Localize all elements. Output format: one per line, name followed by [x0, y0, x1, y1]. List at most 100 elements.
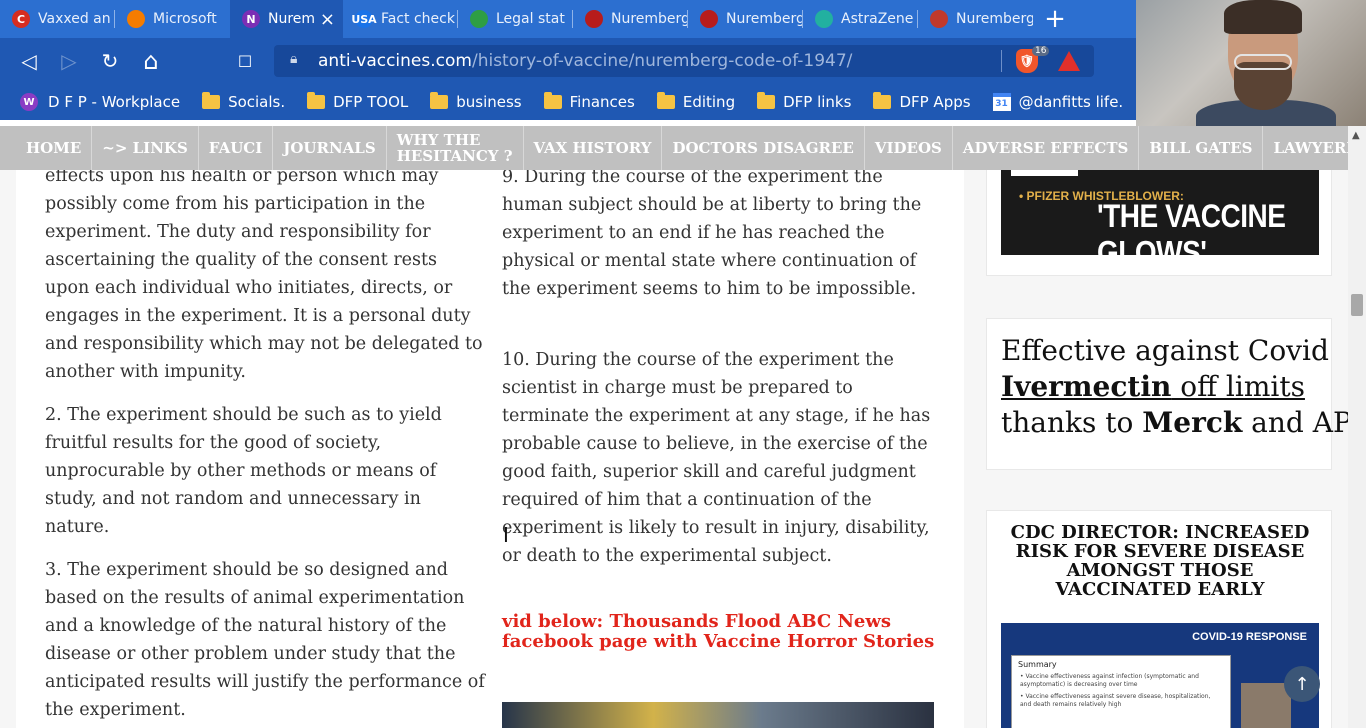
page-scrollbar[interactable]: ▲ — [1348, 126, 1366, 728]
ad-line-1: Effective against Covid — [1001, 334, 1329, 367]
site-nav-item[interactable]: WHY THE HESITANCY ? — [387, 126, 524, 170]
tab-label: Legal stat — [496, 11, 565, 27]
home-icon[interactable]: ⌂ — [138, 47, 164, 75]
browser-tab[interactable]: N Nurem × — [230, 0, 343, 38]
webcam-overlay — [1136, 0, 1366, 126]
paragraph-point-9: 9. During the course of the experiment t… — [502, 167, 922, 299]
tab-bar: C Vaxxed an Microsoft N Nurem × USA Fact check L… — [0, 0, 1136, 38]
sidebar-widget-ivermectin: Effective against Covid Ivermectin off l… — [986, 318, 1348, 470]
browser-tab[interactable]: Nuremberg — [573, 0, 688, 38]
bookmark-item[interactable]: business — [430, 92, 522, 111]
browser-tab[interactable]: Nuremberg — [688, 0, 803, 38]
browser-tab[interactable]: AstraZene — [803, 0, 918, 38]
site-nav-item[interactable]: JOURNALS — [273, 126, 387, 170]
tab-label: Nuremberg — [956, 11, 1033, 27]
webcam-person-hair — [1224, 0, 1302, 34]
browser-tab[interactable]: Nuremberg — [918, 0, 1033, 38]
bookmark-label: D F P - Workplace — [48, 93, 181, 111]
cdc-heading: CDC DIRECTOR: INCREASED RISK FOR SEVERE … — [1010, 522, 1310, 600]
banner-title: 'THE VACCINE GLOWS' — [1097, 198, 1286, 255]
bookmark-label: DFP links — [783, 93, 852, 111]
bookmark-icon[interactable]: ☐ — [232, 48, 258, 74]
cdc-slide-image[interactable]: COVID-19 RESPONSE Summary • Vaccine effe… — [1001, 623, 1319, 728]
bookmark-item[interactable]: Socials. — [202, 92, 285, 111]
url-divider — [1001, 50, 1002, 72]
paragraph-point-10: 10. During the course of the experiment … — [502, 350, 931, 566]
bookmark-item[interactable]: Finances — [543, 92, 635, 111]
browser-tab[interactable]: Legal stat — [458, 0, 573, 38]
browser-tab[interactable]: C Vaxxed an — [0, 0, 115, 38]
tab-label: Nurem — [268, 11, 316, 27]
tab-label: Nuremberg — [726, 11, 803, 27]
tab-label: Microsoft — [153, 11, 217, 27]
site-nav-item[interactable]: VIDEOS — [865, 126, 953, 170]
cdc-slide-title: COVID-19 RESPONSE — [1192, 631, 1307, 643]
tab-favicon-icon: N — [242, 10, 260, 28]
bookmark-item[interactable]: DFP links — [757, 92, 852, 111]
site-nav-item[interactable]: DOCTORS DISAGREE — [662, 126, 865, 170]
paragraph-point-3: 3. The experiment should be so designed … — [45, 560, 485, 720]
article-right-column: 9. During the course of the experiment t… — [502, 163, 942, 652]
bookmark-label: @danfitts life. — [1018, 93, 1124, 111]
bookmark-item[interactable]: DFP TOOL — [307, 92, 409, 111]
site-nav-item[interactable]: FAUCI — [199, 126, 274, 170]
site-nav-item[interactable]: BILL GATES — [1139, 126, 1264, 170]
address-bar[interactable]: 🔒︎ anti-vaccines.com/history-of-vaccine/… — [274, 45, 1094, 77]
bookmarks-bar: W D F P - Workplace Socials. DFP TOOL busine… — [0, 84, 1136, 120]
text-cursor-icon: I — [503, 523, 509, 547]
site-navigation: HOME ~> LINKS FAUCI JOURNALS WHY THE HESITANC… — [0, 126, 1366, 170]
close-tab-icon[interactable]: × — [320, 9, 335, 30]
new-tab-button[interactable]: + — [1033, 0, 1077, 38]
folder-icon — [656, 92, 675, 109]
bookmark-item[interactable]: Editing — [656, 92, 736, 111]
tab-favicon-icon — [127, 10, 145, 28]
site-nav-item[interactable]: VAX HISTORY — [524, 126, 663, 170]
browser-tab[interactable]: Microsoft — [115, 0, 230, 38]
folder-icon — [757, 92, 776, 109]
video-link-heading[interactable]: vid below: Thousands Flood ABC News face… — [502, 612, 942, 652]
cdc-summary-bullet: • Vaccine effectiveness against severe d… — [1020, 693, 1211, 708]
ad-line-2: Ivermectin off limits — [1001, 369, 1348, 405]
bookmark-label: Editing — [682, 93, 736, 111]
browser-tab[interactable]: USA Fact check — [343, 0, 458, 38]
forward-icon[interactable]: ▷ — [56, 48, 82, 74]
tab-favicon-icon — [470, 10, 488, 28]
article-left-column: hazards reasonably to be expected; and t… — [45, 134, 485, 728]
site-nav-item[interactable]: HOME — [16, 126, 93, 170]
tab-label: Vaxxed an — [38, 11, 111, 27]
tab-favicon-icon — [815, 10, 833, 28]
ivermectin-ad[interactable]: Effective against Covid Ivermectin off l… — [1001, 333, 1348, 441]
scrollbar-thumb[interactable] — [1351, 294, 1363, 316]
bookmark-item[interactable]: W D F P - Workplace — [20, 93, 180, 111]
web-page: hazards reasonably to be expected; and t… — [0, 126, 1348, 728]
tab-favicon-icon: USA — [351, 10, 377, 28]
calendar-icon: 31 — [992, 93, 1011, 111]
brave-rewards-icon[interactable] — [1058, 51, 1080, 71]
site-nav-item-line: HESITANCY ? — [396, 147, 513, 165]
bookmark-item[interactable]: 31 @danfitts life. — [992, 93, 1124, 111]
sidebar-widget-cdc: CDC DIRECTOR: INCREASED RISK FOR SEVERE … — [986, 510, 1332, 728]
bookmark-label: DFP TOOL — [333, 93, 409, 111]
shield-count-badge: 16 — [1032, 46, 1050, 56]
back-to-top-button[interactable]: ↑ — [1284, 666, 1320, 702]
site-nav-item[interactable]: ~> LINKS — [92, 126, 199, 170]
cdc-summary-box: Summary • Vaccine effectiveness against … — [1011, 655, 1231, 728]
scroll-up-icon[interactable]: ▲ — [1352, 130, 1360, 141]
tab-label: Nuremberg — [611, 11, 688, 27]
bookmark-item[interactable]: DFP Apps — [873, 92, 971, 111]
site-nav-item[interactable]: ADVERSE EFFECTS — [953, 126, 1140, 170]
video-thumbnail[interactable] — [502, 702, 934, 728]
back-icon[interactable]: ◁ — [16, 48, 42, 74]
ad-offlimits: off limits — [1171, 370, 1305, 403]
ad-line-3: thanks to Merck and AP — [1001, 405, 1348, 441]
bookmark-label: Finances — [569, 93, 635, 111]
site-nav-item-line: WHY THE — [396, 131, 481, 149]
url-text[interactable]: anti-vaccines.com/history-of-vaccine/nur… — [318, 51, 852, 71]
folder-icon — [307, 92, 326, 109]
bookmark-label: DFP Apps — [899, 93, 971, 111]
ad-and: and AP — [1242, 406, 1348, 439]
folder-icon — [202, 92, 221, 109]
folder-icon — [430, 92, 449, 109]
paragraph-consent: hazards reasonably to be expected; and t… — [45, 138, 483, 382]
reload-icon[interactable]: ↻ — [97, 48, 123, 74]
